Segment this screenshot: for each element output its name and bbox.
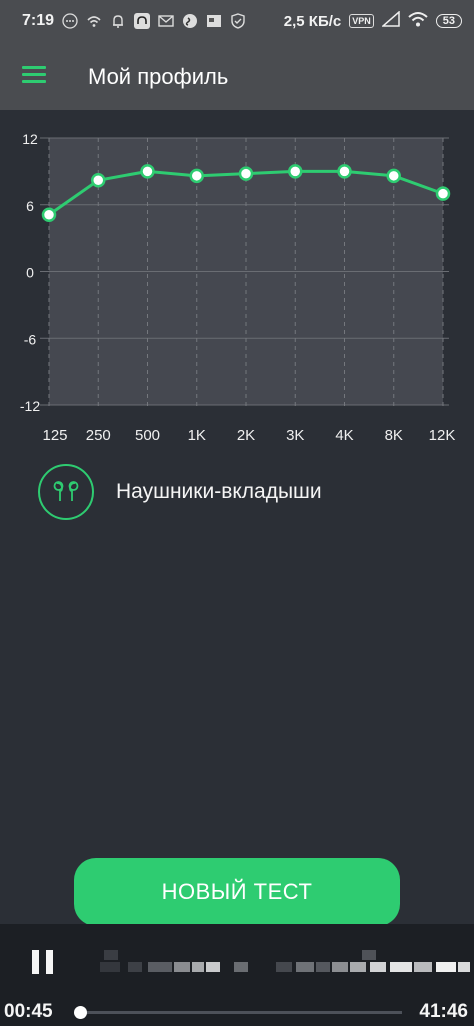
wifi-icon — [408, 11, 428, 31]
x-tick-label: 1K — [188, 427, 206, 444]
seek-thumb[interactable] — [74, 1006, 87, 1019]
x-tick-label: 8K — [385, 427, 403, 444]
data-point — [238, 166, 254, 181]
app-bar: Мой профиль — [0, 44, 474, 110]
data-point — [386, 168, 401, 184]
x-tick-label: 2K — [237, 427, 255, 444]
status-time: 7:19 — [22, 12, 55, 29]
battery-indicator: 53 — [435, 14, 462, 28]
remaining-time: 41:46 — [419, 1001, 468, 1022]
data-point — [435, 186, 451, 201]
y-tick-label: -12 — [20, 398, 40, 414]
data-point — [288, 164, 303, 179]
x-tick-label: 3K — [286, 427, 304, 444]
bell-icon — [110, 13, 126, 29]
y-tick-label: 0 — [26, 265, 34, 281]
new-test-button[interactable]: НОВЫЙ ТЕСТ — [74, 858, 400, 926]
pause-button[interactable] — [32, 950, 54, 974]
gmail-icon — [158, 13, 174, 29]
shield-icon — [230, 13, 246, 29]
page-title: Мой профиль — [88, 64, 229, 89]
x-tick-label: 250 — [86, 427, 111, 444]
media-player: 00:45 41:46 — [0, 924, 474, 1026]
net-speed: 2,5 КБ/с — [283, 12, 342, 30]
data-point — [91, 173, 106, 188]
wifi-small-icon — [86, 13, 102, 29]
audiogram-chart: 12 6 0 -6 -12125 250 500 1K 2K 3K 4K 8K 12K — [20, 131, 456, 444]
y-tick-label: 12 — [22, 131, 38, 147]
y-tick-label: 6 — [26, 198, 34, 214]
x-tick-label: 12K — [429, 427, 456, 444]
notification-icons — [62, 13, 246, 29]
pixelated-track-title — [100, 950, 470, 976]
news-icon — [206, 13, 222, 29]
shazam-icon — [182, 13, 198, 29]
status-right: 2,5 КБ/с VPN 53 — [283, 10, 462, 31]
vpn-badge: VPN — [349, 14, 374, 28]
elapsed-time: 00:45 — [4, 1001, 53, 1022]
more-icon — [62, 13, 78, 29]
signal-icon — [380, 10, 400, 31]
status-bar: 7:19 2,5 КБ/с VPN 53 — [0, 0, 474, 44]
device-row[interactable]: Наушники-вкладыши — [38, 464, 322, 520]
x-tick-label: 125 — [42, 427, 67, 444]
data-point — [189, 168, 204, 184]
hamburger-menu-icon[interactable] — [22, 66, 46, 86]
seek-bar[interactable] — [80, 1011, 402, 1014]
y-tick-label: -6 — [24, 331, 37, 347]
data-point — [140, 164, 155, 179]
device-label: Наушники-вкладыши — [116, 480, 322, 503]
earbuds-icon — [38, 464, 94, 520]
x-tick-label: 500 — [135, 427, 160, 444]
x-tick-label: 4K — [335, 427, 353, 444]
data-point — [41, 207, 57, 223]
data-point — [337, 164, 352, 179]
headphones-app-icon — [134, 13, 150, 29]
